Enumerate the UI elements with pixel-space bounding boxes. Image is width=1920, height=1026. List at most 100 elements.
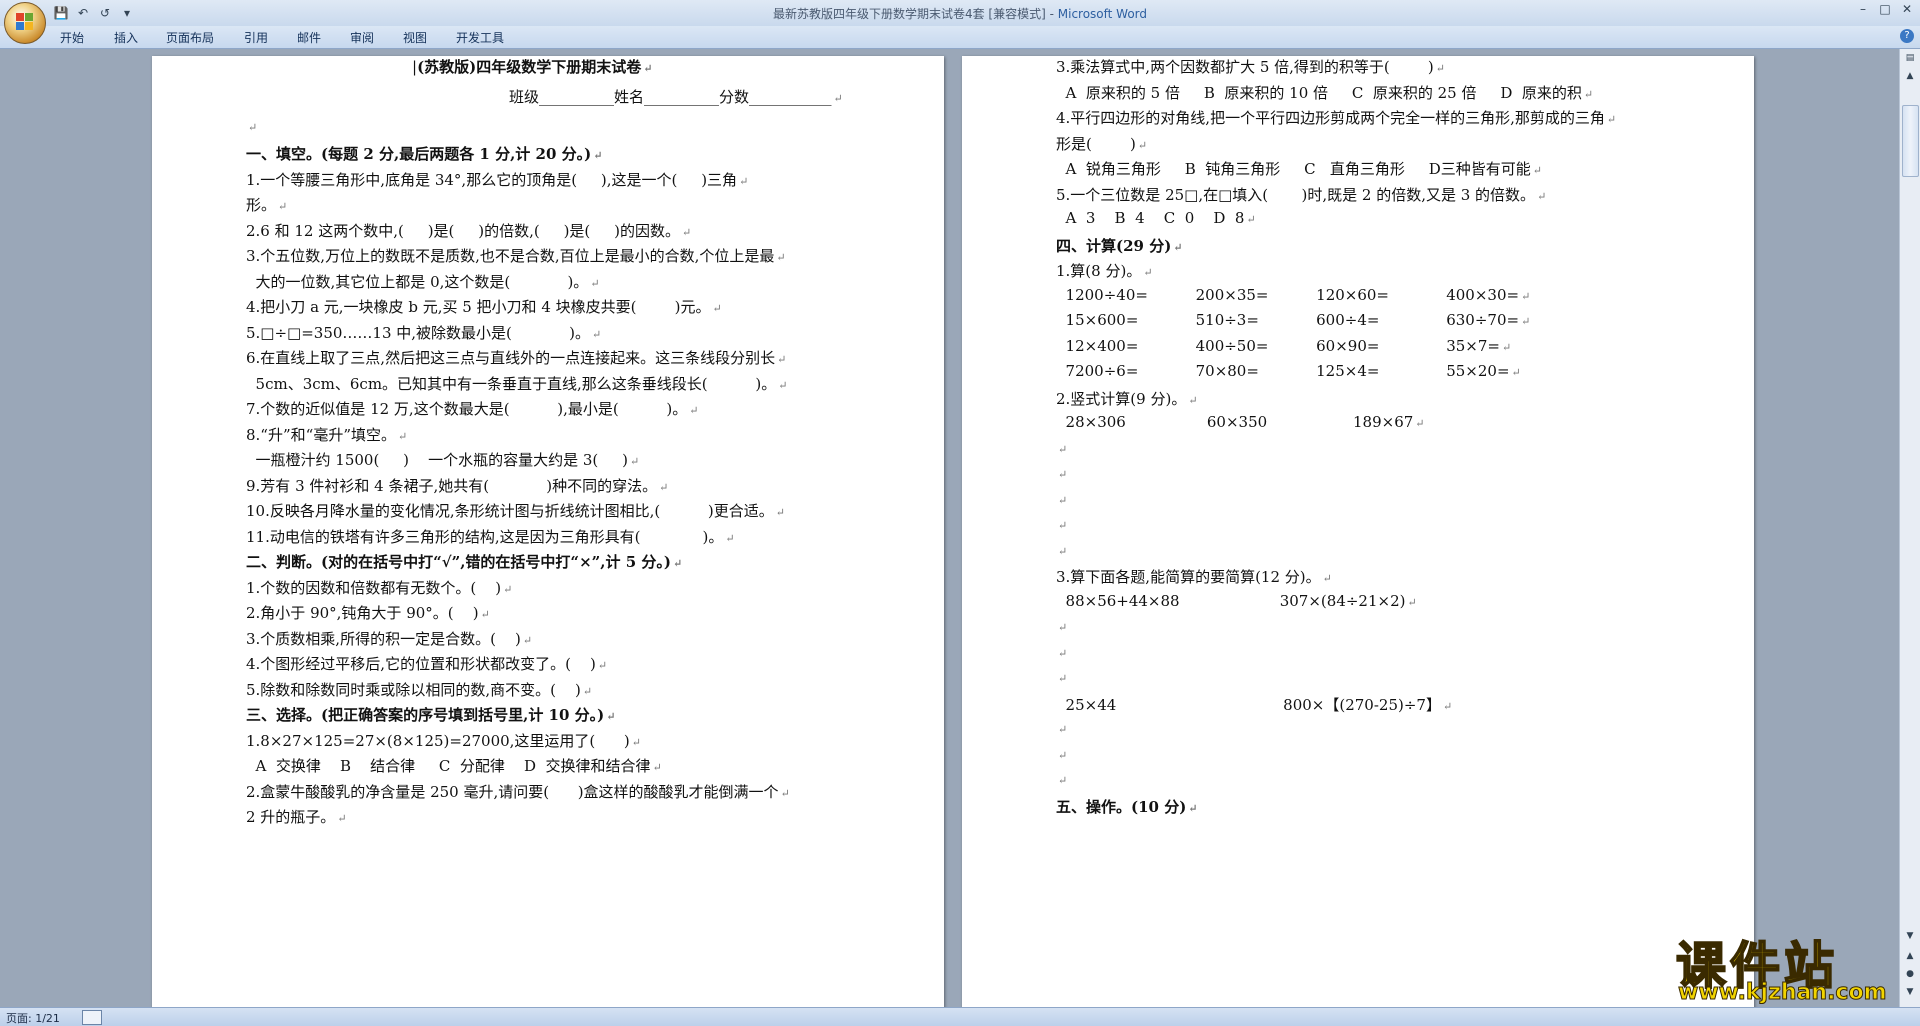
maximize-button[interactable]: □ <box>1874 0 1896 18</box>
paragraph-mark: ↵ <box>1532 164 1543 177</box>
text-line-content: 2.竖式计算(9 分)。 <box>1056 389 1187 408</box>
text-line: 一、填空。(每题 2 分,最后两题各 1 分,计 20 分。) ↵ <box>246 143 602 164</box>
paragraph-mark: ↵ <box>590 276 600 290</box>
empty-paragraph: ↵ <box>248 121 258 134</box>
text-line: 二、判断。(对的在括号中打“√”,错的在括号中打“×”,计 5 分。) ↵ <box>246 551 682 572</box>
document-page-right: 3.乘法算式中,两个因数都扩大 5 倍,得到的积等于( ) ↵ A 原来积的 5 … <box>962 56 1754 1007</box>
document-title: 最新苏教版四年级下册数学期末试卷4套 [兼容模式] - <box>772 7 1058 21</box>
text-line-content: 3.算下面各题,能简算的要简算(12 分)。 <box>1056 568 1321 586</box>
text-line-content: A 交换律 B 结合律 C 分配律 D 交换律和结合律 <box>246 757 651 775</box>
paragraph-mark: ↵ <box>652 761 662 774</box>
text-line: 1200÷40= 200×35= 120×60= 400×30= ↵ <box>1056 286 1531 304</box>
text-line-content: 1.8×27×125=27×(8×125)=27000,这里运用了( ) <box>246 731 630 750</box>
text-line: 四、计算(29 分) ↵ <box>1056 235 1183 256</box>
vertical-scrollbar[interactable]: ▤ ▲ ▼ ▲ ● ▼ <box>1899 49 1920 1007</box>
tab-home[interactable]: 开始 <box>60 29 84 46</box>
text-line: A 交换律 B 结合律 C 分配律 D 交换律和结合律 ↵ <box>246 755 662 776</box>
paragraph-mark: ↵ <box>1501 340 1512 354</box>
text-line: 1.个数的因数和倍数都有无数个。( ) ↵ <box>246 577 512 598</box>
tab-mailings[interactable]: 邮件 <box>297 29 321 46</box>
paragraph-mark: ↵ <box>1537 189 1547 203</box>
page-counter[interactable]: 页面: 1/21 <box>6 1010 60 1026</box>
tab-page-layout[interactable]: 页面布局 <box>166 29 214 46</box>
paragraph-mark: ↵ <box>712 302 722 315</box>
tab-insert[interactable]: 插入 <box>114 29 138 46</box>
text-line-content: 88×56+44×88 307×(84÷21×2) <box>1056 591 1406 610</box>
text-line: ↵ <box>1056 719 1067 737</box>
scroll-down-icon[interactable]: ▼ <box>1903 929 1917 943</box>
previous-page-icon[interactable]: ▲ <box>1903 949 1917 963</box>
text-line: 五、操作。(10 分) ↵ <box>1056 796 1198 817</box>
paragraph-mark: ↵ <box>739 174 749 188</box>
text-line: 2.6 和 12 这两个数中,( )是( )的倍数,( )是( )的因数。 ↵ <box>246 220 691 241</box>
text-line-content: A 锐角三角形 B 钝角三角形 C 直角三角形 D三种皆有可能 <box>1056 160 1531 178</box>
text-line-content: 12×400= 400÷50= 60×90= 35×7= <box>1056 336 1500 355</box>
text-line-content: 8.“升”和“毫升”填空。 <box>246 425 396 444</box>
text-line: 15×600= 510÷3= 600÷4= 630÷70= ↵ <box>1056 311 1531 329</box>
text-line: 12×400= 400÷50= 60×90= 35×7= ↵ <box>1056 336 1512 355</box>
minimize-button[interactable]: – <box>1852 0 1874 18</box>
text-line-content: 2.角小于 90°,钝角大于 90°。( ) <box>246 604 479 622</box>
title-bar: 💾 ↶ ↺ ▾ 最新苏教版四年级下册数学期末试卷4套 [兼容模式] - Micr… <box>0 0 1920 26</box>
help-icon[interactable]: ? <box>1900 29 1914 43</box>
tab-developer[interactable]: 开发工具 <box>456 29 504 46</box>
paragraph-mark: ↵ <box>522 633 533 647</box>
paragraph-mark: ↵ <box>1583 87 1594 101</box>
text-line: 11.动电信的铁塔有许多三角形的结构,这是因为三角形具有( )。 ↵ <box>246 526 735 547</box>
text-line: 5.除数和除数同时乘或除以相同的数,商不变。( ) ↵ <box>246 679 592 700</box>
ruler-toggle-icon[interactable]: ▤ <box>1903 51 1917 65</box>
ribbon-tabs: 开始 插入 页面布局 引用 邮件 审阅 视图 开发工具 ? <box>0 26 1920 49</box>
scrollbar-thumb[interactable] <box>1902 105 1919 177</box>
app-name: Microsoft Word <box>1057 7 1148 21</box>
text-line: A 3 B 4 C 0 D 8 ↵ <box>1056 209 1256 227</box>
next-page-icon[interactable]: ▼ <box>1903 985 1917 999</box>
text-line: ↵ <box>1056 464 1067 482</box>
window-controls: – □ ✕ <box>1852 0 1918 18</box>
paragraph-mark: ↵ <box>1143 266 1153 279</box>
paragraph-mark: ↵ <box>629 455 640 468</box>
text-line: ↵ <box>1056 745 1067 763</box>
paragraph-mark: ↵ <box>1188 393 1198 407</box>
text-line: 4.个图形经过平移后,它的位置和形状都改变了。( ) ↵ <box>246 653 607 674</box>
paragraph-mark: ↵ <box>1606 113 1617 126</box>
text-line-content: 5.除数和除数同时乘或除以相同的数,商不变。( ) <box>246 680 581 699</box>
text-line: 一瓶橙汁约 1500( ) 一个水瓶的容量大约是 3( ) ↵ <box>246 449 640 470</box>
paragraph-mark: ↵ <box>1246 213 1256 226</box>
text-line-content: 2.6 和 12 这两个数中,( )是( )的倍数,( )是( )的因数。 <box>246 221 680 240</box>
paragraph-mark: ↵ <box>672 557 683 570</box>
paragraph-mark: ↵ <box>1058 621 1068 634</box>
tab-references[interactable]: 引用 <box>244 29 268 46</box>
office-logo-icon <box>16 13 34 31</box>
window-title: 最新苏教版四年级下册数学期末试卷4套 [兼容模式] - Microsoft Wo… <box>0 5 1920 22</box>
paragraph-mark: ↵ <box>1058 519 1068 532</box>
exam-title-text: (苏教版)四年级数学下册期末试卷 <box>417 58 642 76</box>
student-info-line: 班级__________姓名__________分数___________ ↵ <box>509 88 843 106</box>
scroll-up-icon[interactable]: ▲ <box>1903 69 1917 83</box>
paragraph-mark: ↵ <box>778 378 788 392</box>
paragraph-mark: ↵ <box>689 404 699 417</box>
text-line-content: 1.个数的因数和倍数都有无数个。( ) <box>246 578 502 597</box>
text-line: 5.□÷□=350……13 中,被除数最小是( )。 ↵ <box>246 322 601 343</box>
text-line: 5.一个三位数是 25□,在□填入( )时,既是 2 的倍数,又是 3 的倍数。… <box>1056 184 1546 205</box>
text-line-content: 4.平行四边形的对角线,把一个平行四边形剪成两个完全一样的三角形,那剪成的三角 <box>1056 109 1605 127</box>
office-button[interactable] <box>4 2 46 44</box>
paragraph-mark: ↵ <box>1058 646 1068 660</box>
text-line: 9.芳有 3 件衬衫和 4 条裙子,她共有( )种不同的穿法。 ↵ <box>246 475 668 496</box>
paragraph-mark: ↵ <box>1058 774 1068 787</box>
text-line-content: 5.□÷□=350……13 中,被除数最小是( )。 <box>246 323 590 342</box>
text-line: 28×306 60×350 189×67 ↵ <box>1056 413 1425 431</box>
text-line-content: 5cm、3cm、6cm。已知其中有一条垂直于直线,那么这条垂线段长( )。 <box>246 374 777 393</box>
text-line-content: 5.一个三位数是 25□,在□填入( )时,既是 2 的倍数,又是 3 的倍数。 <box>1056 185 1536 204</box>
paragraph-mark: ↵ <box>597 659 608 672</box>
close-button[interactable]: ✕ <box>1896 0 1918 18</box>
text-line-content: 3.乘法算式中,两个因数都扩大 5 倍,得到的积等于( ) <box>1056 58 1434 76</box>
text-line: 3.算下面各题,能简算的要简算(12 分)。 ↵ <box>1056 566 1332 587</box>
document-page-left: |(苏教版)四年级数学下册期末试卷 ↵ 班级__________姓名_______… <box>152 56 944 1007</box>
paragraph-mark: ↵ <box>1521 315 1531 328</box>
tab-view[interactable]: 视图 <box>403 29 427 46</box>
tab-review[interactable]: 审阅 <box>350 29 374 46</box>
paragraph-mark: ↵ <box>606 710 616 723</box>
proofing-icon[interactable] <box>82 1010 102 1025</box>
text-line-content: 6.在直线上取了三点,然后把这三点与直线外的一点连接起来。这三条线段分别长 <box>246 349 776 367</box>
browse-object-icon[interactable]: ● <box>1903 967 1917 981</box>
